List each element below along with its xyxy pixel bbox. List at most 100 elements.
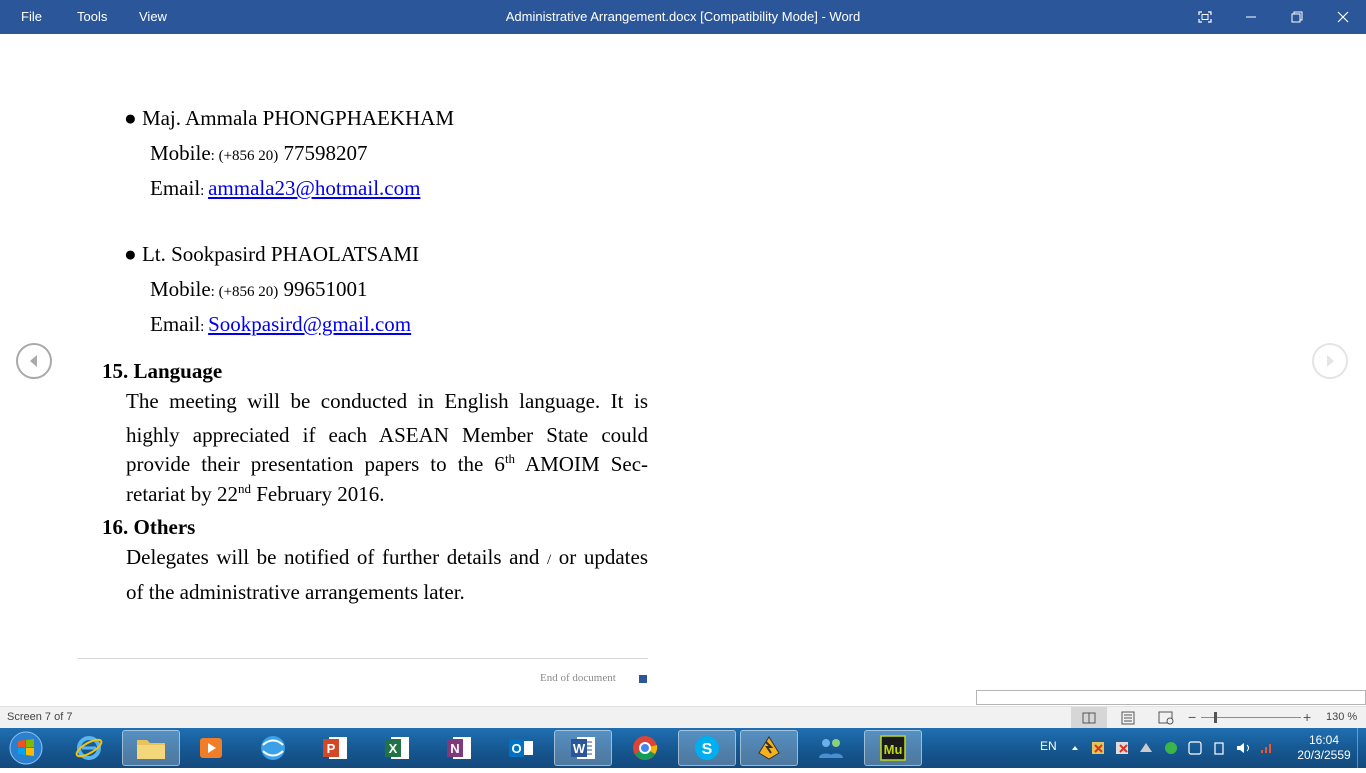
zoom-in-button[interactable]: +: [1303, 709, 1311, 725]
svg-text:N: N: [450, 741, 459, 756]
taskbar-skype[interactable]: S: [678, 730, 736, 766]
taskbar-winamp[interactable]: [740, 730, 798, 766]
taskbar-powerpoint[interactable]: P: [306, 730, 364, 766]
taskbar-browser[interactable]: [244, 730, 302, 766]
excel-icon: X: [385, 737, 409, 759]
end-marker-icon: [639, 675, 647, 683]
email-label: Email: [150, 176, 201, 200]
start-button[interactable]: [6, 730, 46, 766]
mobile-prefix: (+856 20): [218, 148, 279, 164]
end-divider: [78, 658, 648, 659]
contact-2-name: Lt. Sookpasird PHAOLATSAMI: [141, 242, 420, 266]
taskbar-outlook[interactable]: O: [492, 730, 550, 766]
web-layout-button[interactable]: [1148, 707, 1184, 729]
word-icon: W: [571, 737, 595, 759]
section-15-line-1: The meeting will be conducted in English…: [126, 389, 648, 413]
screen-indicator: Screen 7 of 7: [7, 711, 73, 723]
muse-icon: Mu: [880, 735, 906, 761]
zoom-slider-thumb[interactable]: [1214, 712, 1217, 723]
taskbar-media-player[interactable]: [182, 730, 240, 766]
contact-2-email-link[interactable]: Sookpasird@gmail.com: [208, 312, 411, 336]
arrow-left-icon: [30, 355, 37, 367]
web-layout-icon: [1158, 711, 1174, 725]
contact-1-email-link[interactable]: ammala23@hotmail.com: [208, 176, 420, 200]
show-hidden-icons-button[interactable]: [1071, 741, 1079, 755]
title-bar: File Tools View Administrative Arrangeme…: [0, 0, 1366, 34]
full-screen-icon: [1198, 11, 1212, 23]
tray-icons[interactable]: [1091, 740, 1279, 756]
next-screen-button[interactable]: [1312, 343, 1348, 379]
taskbar-chrome[interactable]: [616, 730, 674, 766]
email-label: Email: [150, 312, 201, 336]
bullet-icon: ●: [124, 106, 137, 130]
contact-2-name-line: ● Lt. Sookpasird PHAOLATSAMI: [124, 242, 419, 267]
taskbar: P X N O W S Mu EN 16:04 20/3/2559: [0, 728, 1366, 768]
powerpoint-icon: P: [323, 737, 347, 759]
window-title: Administrative Arrangement.docx [Compati…: [505, 9, 861, 24]
zoom-out-button[interactable]: −: [1188, 709, 1196, 725]
zoom-level[interactable]: 130 %: [1326, 711, 1357, 723]
taskbar-onenote[interactable]: N: [430, 730, 488, 766]
minimize-button[interactable]: [1228, 0, 1274, 34]
end-of-document-label: End of document: [540, 672, 616, 684]
print-layout-button[interactable]: [1110, 707, 1146, 729]
superscript: nd: [237, 481, 251, 496]
taskbar-network-users[interactable]: [802, 730, 860, 766]
clock-time: 16:04: [1308, 733, 1340, 747]
taskbar-muse[interactable]: Mu: [864, 730, 922, 766]
contact-1-name: Maj. Ammala PHONGPHAEKHAM: [141, 106, 455, 130]
section-16-heading: 16. Others: [102, 515, 196, 539]
previous-screen-button[interactable]: [16, 343, 52, 379]
text-span: Delegates will be notified of further de…: [126, 545, 548, 569]
chevron-up-icon: [1072, 746, 1078, 750]
superscript: th: [504, 451, 516, 466]
users-icon: [819, 739, 843, 758]
onenote-icon: N: [447, 737, 471, 759]
skype-icon: S: [695, 736, 719, 760]
chrome-icon: [633, 736, 658, 760]
clock[interactable]: 16:04 20/3/2559: [1288, 733, 1360, 773]
mobile-number: 77598207: [283, 141, 368, 165]
contact-2-mobile-line: Mobile: (+856 20) 99651001: [150, 277, 368, 301]
restore-icon: [1291, 11, 1303, 23]
show-desktop-button[interactable]: [1357, 728, 1366, 768]
close-button[interactable]: [1320, 0, 1366, 34]
text-span: February 2016.: [250, 482, 385, 506]
close-icon: [1337, 11, 1349, 23]
media-player-icon: [200, 738, 222, 758]
minimize-icon: [1246, 16, 1256, 18]
folder-icon: [137, 740, 165, 759]
system-tray-icons: [1092, 741, 1271, 755]
winamp-icon: [758, 736, 780, 760]
full-screen-button[interactable]: [1182, 0, 1228, 34]
taskbar-word[interactable]: W: [554, 730, 612, 766]
svg-text:X: X: [389, 741, 398, 756]
read-mode-button[interactable]: [1071, 707, 1107, 729]
internet-explorer-icon: [75, 736, 103, 760]
mobile-prefix: (+856 20): [218, 284, 279, 300]
arrow-right-icon: [1327, 355, 1334, 367]
section-16-line-1: Delegates will be notified of further de…: [126, 545, 648, 570]
mobile-label: Mobile: [150, 141, 211, 165]
svg-text:S: S: [702, 741, 713, 758]
text-span: AMOIM Sec-: [515, 452, 649, 476]
horizontal-scrollbar[interactable]: [976, 690, 1366, 705]
language-indicator[interactable]: EN: [1040, 728, 1057, 768]
windows-start-icon: [9, 731, 43, 765]
section-15-line-2: highly appreciated if each ASEAN Member …: [126, 423, 648, 447]
contact-1-email-line: Email: ammala23@hotmail.com: [150, 176, 421, 200]
taskbar-excel[interactable]: X: [368, 730, 426, 766]
contact-2-email-line: Email: Sookpasird@gmail.com: [150, 312, 412, 336]
taskbar-file-explorer[interactable]: [122, 730, 180, 766]
section-15-heading: 15. Language: [102, 359, 223, 383]
status-bar: Screen 7 of 7 − + 130 %: [0, 706, 1366, 729]
section-15-line-4: retariat by 22nd February 2016.: [126, 481, 648, 507]
section-15-line-3: provide their presentation papers to the…: [126, 451, 648, 477]
text-span: or updates: [551, 545, 648, 569]
document-area: ● Maj. Ammala PHONGPHAEKHAM Mobile: (+85…: [0, 34, 1366, 705]
text-span: retariat by 22: [126, 482, 238, 506]
taskbar-internet-explorer[interactable]: [60, 730, 118, 766]
restore-button[interactable]: [1274, 0, 1320, 34]
svg-text:Mu: Mu: [884, 742, 903, 757]
svg-text:W: W: [573, 741, 586, 756]
